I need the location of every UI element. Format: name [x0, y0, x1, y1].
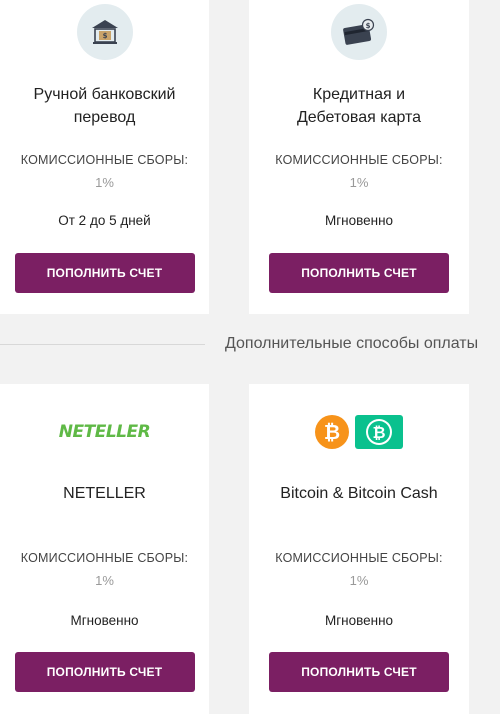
fee-label: КОМИССИОННЫЕ СБОРЫ: [275, 551, 443, 565]
credit-card-icon: $ [331, 4, 387, 60]
svg-text:₿: ₿ [372, 423, 385, 442]
additional-methods-heading: Дополнительные способы оплаты [225, 335, 479, 352]
deposit-button-credit-debit[interactable]: ПОПОЛНИТЬ СЧЕТ [269, 253, 449, 293]
processing-time: Мгновенно [70, 613, 139, 628]
payment-method-title: Ручной банковский перевод [33, 86, 176, 126]
payment-method-title: Bitcoin & Bitcoin Cash [280, 485, 438, 502]
fee-value: 1% [349, 573, 369, 588]
deposit-button-bank-transfer[interactable]: ПОПОЛНИТЬ СЧЕТ [14, 253, 195, 293]
neteller-logo: NETELLER [58, 422, 151, 442]
bank-icon: $ [76, 4, 133, 60]
fee-value: 1% [95, 175, 114, 190]
svg-text:₿: ₿ [324, 420, 340, 444]
processing-time: Мгновенно [324, 613, 394, 628]
divider-line [0, 344, 205, 345]
payment-method-title: Кредитная и Дебетовая карта [296, 86, 422, 126]
bitcoin-cash-icon: ₿ [355, 415, 403, 449]
processing-time: От 2 до 5 дней [58, 213, 151, 228]
deposit-button-neteller[interactable]: ПОПОЛНИТЬ СЧЕТ [14, 652, 195, 692]
payment-card-credit-debit: $ Кредитная и Дебетовая карта КОМИССИОНН… [249, 0, 469, 314]
payment-card-bank-transfer: $ Ручной банковский перевод КОМИССИОННЫЕ… [0, 0, 209, 314]
bitcoin-icon: ₿ [315, 415, 349, 449]
svg-text:$: $ [366, 22, 371, 30]
fee-label: КОМИССИОННЫЕ СБОРЫ: [275, 153, 443, 167]
fee-label: КОМИССИОННЫЕ СБОРЫ: [20, 153, 189, 167]
payment-card-neteller: NETELLER NETELLER КОМИССИОННЫЕ СБОРЫ: 1%… [0, 384, 209, 714]
svg-text:$: $ [102, 32, 107, 40]
fee-label: КОМИССИОННЫЕ СБОРЫ: [20, 551, 189, 565]
crypto-logos: ₿ ₿ [249, 414, 469, 450]
processing-time: Мгновенно [324, 213, 394, 228]
fee-value: 1% [95, 573, 114, 588]
payment-card-bitcoin: ₿ ₿ Bitcoin & Bitcoin Cash КОМИССИОННЫЕ … [249, 384, 469, 714]
deposit-button-bitcoin[interactable]: ПОПОЛНИТЬ СЧЕТ [269, 652, 449, 692]
fee-value: 1% [349, 175, 369, 190]
payment-method-title: NETELLER [63, 485, 146, 502]
